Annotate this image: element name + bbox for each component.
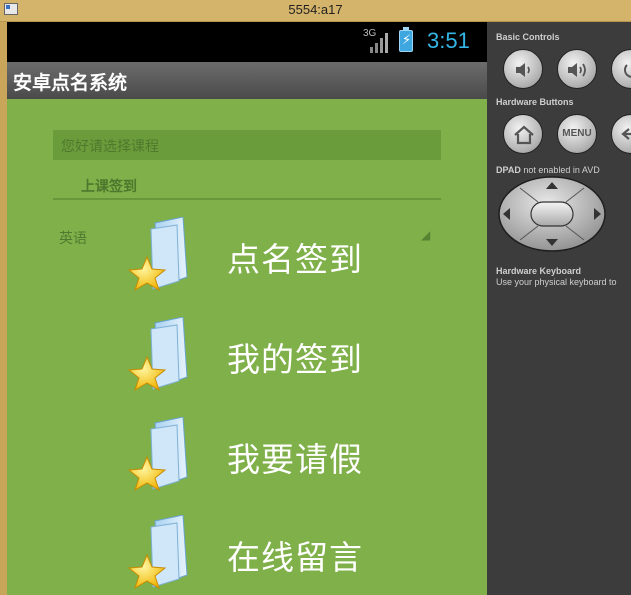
power-button[interactable] [611, 49, 631, 89]
menu-item-label: 在线留言 [227, 538, 363, 577]
course-dropdown[interactable]: 英语 [59, 228, 87, 248]
window-title: 5554:a17 [288, 2, 343, 17]
status-clock: 3:51 [427, 28, 470, 53]
speaker-high-icon [568, 63, 586, 77]
power-icon [624, 64, 631, 78]
dpad-note-text: not enabled in AVD [523, 165, 600, 175]
course-select-label: 您好请选择课程 [61, 139, 159, 155]
volume-down-button[interactable] [503, 49, 543, 89]
menu-item-my-checkins[interactable]: 我的签到 [125, 317, 405, 397]
hardware-keyboard-title: Hardware Keyboard [496, 266, 582, 276]
dpad-control[interactable] [498, 176, 606, 252]
checkin-subtitle: 上课签到 [81, 179, 137, 195]
menu-button-label: MENU [562, 128, 592, 139]
signal-icon: 3G [363, 28, 389, 54]
hardware-buttons-title: Hardware Buttons [496, 97, 574, 107]
course-select-header: 您好请选择课程 [53, 130, 441, 160]
home-button[interactable] [503, 114, 543, 154]
phone-screen: 3G ⚡ 3:51 安卓点名系统 您好请选择课程 上课签到 英语 ◢ 点名签到 … [7, 22, 487, 595]
menu-item-label: 点名签到 [227, 240, 363, 279]
menu-item-label: 我的签到 [227, 340, 363, 379]
status-bar: 3G ⚡ 3:51 [7, 22, 487, 62]
menu-item-label: 我要请假 [227, 440, 363, 479]
basic-controls-title: Basic Controls [496, 32, 560, 42]
volume-up-button[interactable] [557, 49, 597, 89]
dropdown-arrow-icon[interactable]: ◢ [421, 228, 430, 242]
menu-item-request-leave[interactable]: 我要请假 [125, 417, 405, 497]
home-icon [514, 125, 534, 145]
menu-button[interactable]: MENU [557, 114, 597, 154]
divider [53, 198, 441, 200]
menu-item-roll-call[interactable]: 点名签到 [125, 217, 405, 297]
menu-item-online-message[interactable]: 在线留言 [125, 515, 405, 595]
window-title-bar: 5554:a17 [0, 0, 631, 22]
back-button[interactable] [611, 114, 631, 154]
hardware-keyboard-note: Use your physical keyboard to [496, 277, 617, 287]
star-folder-icon [127, 417, 188, 491]
dpad-note-prefix: DPAD [496, 165, 521, 175]
dpad-note: DPAD not enabled in AVD [496, 165, 600, 175]
app-title: 安卓点名系统 [13, 72, 128, 94]
star-folder-icon [127, 515, 188, 589]
app-title-bar: 安卓点名系统 [7, 62, 487, 99]
emulator-controls-panel: Basic Controls Hardware Buttons MENU DPA… [487, 22, 631, 595]
star-folder-icon [127, 317, 188, 391]
battery-charging-icon: ⚡ [399, 27, 413, 52]
star-folder-icon [127, 217, 188, 291]
back-arrow-icon [621, 128, 631, 140]
speaker-low-icon [516, 63, 530, 77]
